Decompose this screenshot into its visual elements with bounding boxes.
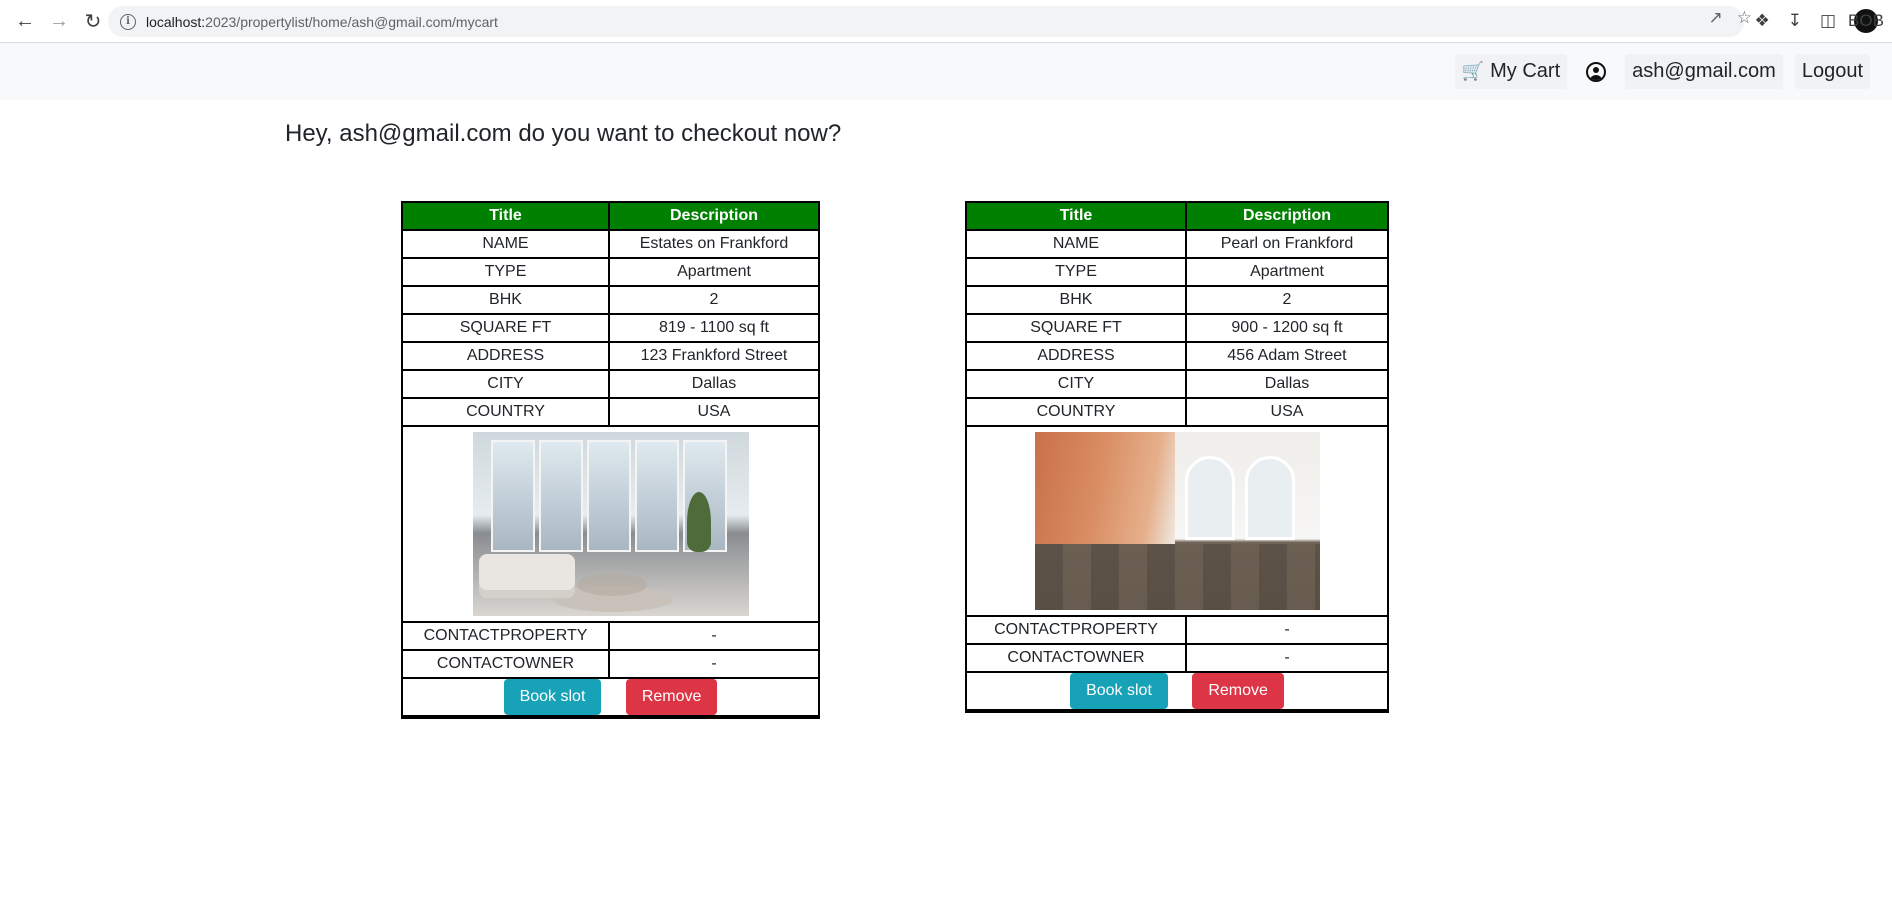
row-label: CITY [967,369,1187,399]
property-photo [472,432,749,616]
user-email-link[interactable]: ash@gmail.com [1625,54,1783,89]
row-value: Apartment [608,257,818,287]
my-cart-link[interactable]: 🛒 My Cart [1454,54,1568,89]
row-label: COUNTRY [403,397,610,427]
description-column-header: Description [608,203,818,231]
remove-button[interactable]: Remove [625,679,718,715]
address-bar[interactable]: i localhost:2023/propertylist/home/ash@g… [108,6,1744,37]
row-label: CONTACTPROPERTY [967,615,1187,645]
row-label: TYPE [967,257,1187,287]
site-info-icon[interactable]: i [120,13,136,30]
row-label: NAME [967,229,1187,259]
row-label: TYPE [403,257,610,287]
extensions-puzzle-icon[interactable]: ❖ [1754,11,1769,31]
browser-toolbar: ← → ↻ i localhost:2023/propertylist/home… [0,0,1892,43]
cart-icon: 🛒 [1461,61,1485,81]
page-greeting: Hey, ash@gmail.com do you want to checko… [285,120,842,147]
download-icon[interactable]: ↧ [1788,11,1802,31]
url-text: localhost:2023/propertylist/home/ash@gma… [146,13,498,30]
profile-avatar-icon[interactable]: BOB [1848,9,1884,33]
row-label: CONTACTPROPERTY [403,621,610,651]
bookmark-star-icon[interactable]: ☆ [1737,8,1752,28]
row-value: Apartment [1185,257,1387,287]
user-circle-icon [1586,61,1607,82]
row-label: SQUARE FT [967,313,1187,343]
book-slot-button[interactable]: Book slot [503,679,602,715]
row-value: 123 Frankford Street [608,341,818,371]
property-card: Title Description NAME Pearl on Frankford… [965,201,1389,713]
row-label: CONTACTOWNER [403,649,610,679]
row-value: - [608,649,818,679]
row-label: ADDRESS [403,341,610,371]
row-value: 456 Adam Street [1185,341,1387,371]
property-image-cell [403,425,818,623]
row-value: - [1185,643,1387,673]
row-label: NAME [403,229,610,259]
side-panel-icon[interactable]: ◫ [1820,11,1836,31]
row-value: 900 - 1200 sq ft [1185,313,1387,343]
row-label: CONTACTOWNER [967,643,1187,673]
row-label: CITY [403,369,610,399]
row-value: USA [608,397,818,427]
row-value: Estates on Frankford [608,229,818,259]
row-value: Dallas [1185,369,1387,399]
user-profile-link[interactable] [1579,56,1613,88]
app-navbar: 🛒 My Cart ash@gmail.com Logout [0,43,1892,100]
book-slot-button[interactable]: Book slot [1070,673,1168,709]
description-column-header: Description [1185,203,1387,231]
row-label: ADDRESS [967,341,1187,371]
row-label: BHK [967,285,1187,315]
title-column-header: Title [403,203,610,231]
title-column-header: Title [967,203,1187,231]
back-arrow-icon[interactable]: ← [10,6,40,36]
action-row: Book slot Remove [967,671,1387,711]
row-value: - [608,621,818,651]
row-value: 2 [608,285,818,315]
row-value: USA [1185,397,1387,427]
row-label: BHK [403,285,610,315]
logout-link[interactable]: Logout [1794,54,1870,89]
row-value: Pearl on Frankford [1185,229,1387,259]
action-row: Book slot Remove [403,677,818,717]
row-label: SQUARE FT [403,313,610,343]
forward-arrow-icon[interactable]: → [44,6,74,36]
share-icon[interactable]: ↗ [1709,8,1723,28]
row-label: COUNTRY [967,397,1187,427]
remove-button[interactable]: Remove [1192,673,1284,709]
my-cart-label: My Cart [1490,60,1561,82]
row-value: 819 - 1100 sq ft [608,313,818,343]
row-value: 2 [1185,285,1387,315]
property-image-cell [967,425,1387,617]
reload-icon[interactable]: ↻ [78,6,108,36]
row-value: - [1185,615,1387,645]
row-value: Dallas [608,369,818,399]
property-card: Title Description NAME Estates on Frankfo… [401,201,820,719]
property-photo [1034,432,1320,610]
